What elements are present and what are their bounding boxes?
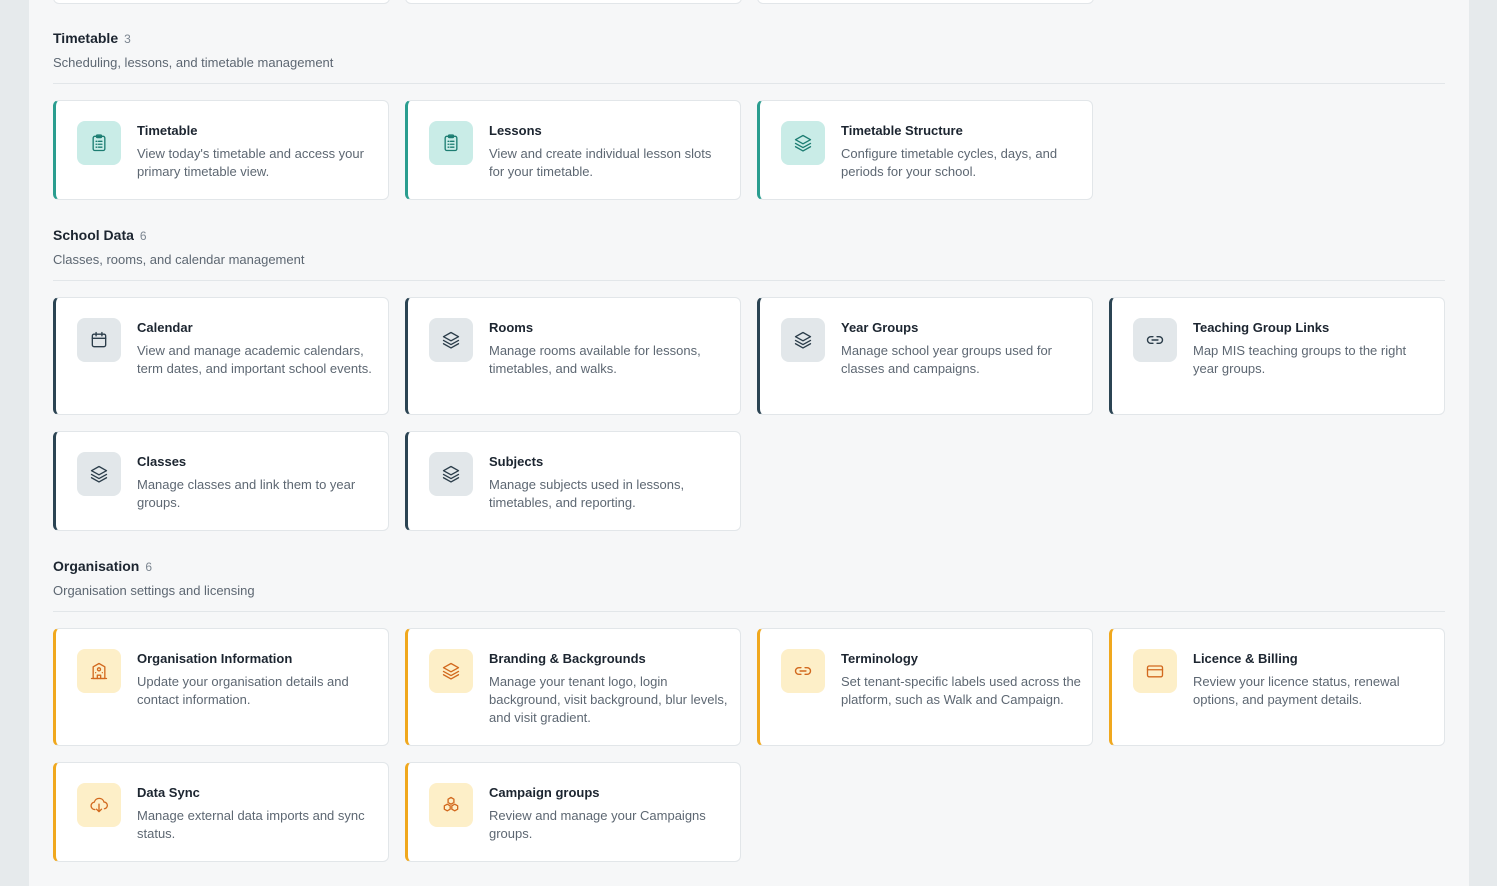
card-year-groups[interactable]: Year Groups Manage school year groups us… [757, 297, 1093, 415]
section-title-text: Organisation [53, 558, 140, 574]
card-classes[interactable]: Classes Manage classes and link them to … [53, 431, 389, 531]
card-branding-backgrounds[interactable]: Branding & Backgrounds Manage your tenan… [405, 628, 741, 746]
card-description: Manage classes and link them to year gro… [137, 477, 356, 510]
card-title: Terminology [841, 651, 919, 666]
section-description: Organisation settings and licensing [53, 583, 255, 598]
card-title: Teaching Group Links [1193, 320, 1330, 335]
card-teaching-group-links[interactable]: Teaching Group Links Map MIS teaching gr… [1109, 297, 1445, 415]
link-icon [781, 649, 825, 693]
section-title: School Data 6 [53, 227, 147, 243]
card-lessons[interactable]: Lessons View and create individual lesso… [405, 100, 741, 200]
credit-card-icon [1133, 649, 1177, 693]
card-title: Data Sync [137, 785, 200, 800]
section-count: 6 [145, 560, 153, 574]
section-title: Organisation 6 [53, 558, 152, 574]
card-title: Year Groups [841, 320, 919, 335]
card-description: Manage external data imports and sync st… [137, 808, 365, 841]
card-description: Review and manage your Campaigns groups. [489, 808, 706, 841]
card-title: Campaign groups [489, 785, 600, 800]
card-title: Calendar [137, 320, 193, 335]
card-title: Classes [137, 454, 187, 469]
card-description: View today's timetable and access your p… [137, 146, 364, 179]
section-description: Scheduling, lessons, and timetable manag… [53, 55, 334, 70]
card-title: Rooms [489, 320, 534, 335]
school-building-icon [77, 649, 121, 693]
section-title-text: School Data [53, 227, 134, 243]
card-description: View and create individual lesson slots … [489, 146, 712, 179]
layers-icon [781, 121, 825, 165]
settings-panel: Timetable 3 Scheduling, lessons, and time… [29, 0, 1469, 886]
card-title: Licence & Billing [1193, 651, 1298, 666]
cloud-download-icon [77, 783, 121, 827]
card-title: Branding & Backgrounds [489, 651, 646, 666]
card-title: Lessons [489, 123, 542, 138]
card-organisation-information[interactable]: Organisation Information Update your org… [53, 628, 389, 746]
card-data-sync[interactable]: Data Sync Manage external data imports a… [53, 762, 389, 862]
section-header: School Data 6 Classes, rooms, and calenda… [53, 197, 1445, 281]
card-description: Manage your tenant logo, login backgroun… [489, 674, 728, 725]
card-description: Manage school year groups used for class… [841, 343, 1053, 376]
layers-icon [429, 649, 473, 693]
card-description: Map MIS teaching groups to the right yea… [1193, 343, 1407, 376]
card-description: View and manage academic calendars, term… [137, 343, 372, 376]
layers-icon [77, 452, 121, 496]
card-calendar[interactable]: Calendar View and manage academic calend… [53, 297, 389, 415]
clipboard-icon [429, 121, 473, 165]
section-count: 3 [124, 32, 131, 46]
layers-icon [429, 452, 473, 496]
card-description: Configure timetable cycles, days, and pe… [841, 146, 1058, 179]
section-header: Organisation 6 Organisation settings and … [53, 528, 1445, 612]
section-description: Classes, rooms, and calendar management [53, 252, 305, 267]
section-header: Timetable 3 Scheduling, lessons, and time… [53, 0, 1445, 84]
section-school-data: School Data 6 Classes, rooms, and calenda… [53, 197, 1445, 531]
card-subjects[interactable]: Subjects Manage subjects used in lessons… [405, 431, 741, 531]
card-title: Timetable [137, 123, 198, 138]
calendar-icon [77, 318, 121, 362]
layers-icon [781, 318, 825, 362]
section-count: 6 [139, 229, 147, 243]
section-organisation: Organisation 6 Organisation settings and … [53, 528, 1445, 862]
card-description: Manage subjects used in lessons, timetab… [489, 477, 685, 510]
layers-icon [429, 318, 473, 362]
section-title: Timetable 3 [53, 30, 131, 46]
card-terminology[interactable]: Terminology Set tenant-specific labels u… [757, 628, 1093, 746]
card-timetable[interactable]: Timetable View today's timetable and acc… [53, 100, 389, 200]
boxes-icon [429, 783, 473, 827]
card-timetable-structure[interactable]: Timetable Structure Configure timetable … [757, 100, 1093, 200]
card-description: Manage rooms available for lessons, time… [489, 343, 701, 376]
section-title-text: Timetable [53, 30, 119, 46]
card-description: Review your licence status, renewal opti… [1193, 674, 1400, 707]
card-description: Update your organisation details and con… [137, 674, 349, 707]
card-title: Timetable Structure [841, 123, 963, 138]
card-licence-billing[interactable]: Licence & Billing Review your licence st… [1109, 628, 1445, 746]
clipboard-icon [77, 121, 121, 165]
card-title: Organisation Information [137, 651, 293, 666]
card-campaign-groups[interactable]: Campaign groups Review and manage your C… [405, 762, 741, 862]
card-rooms[interactable]: Rooms Manage rooms available for lessons… [405, 297, 741, 415]
section-timetable: Timetable 3 Scheduling, lessons, and time… [53, 0, 1445, 200]
card-description: Set tenant-specific labels used across t… [841, 674, 1081, 707]
link-icon [1133, 318, 1177, 362]
card-title: Subjects [489, 454, 544, 469]
